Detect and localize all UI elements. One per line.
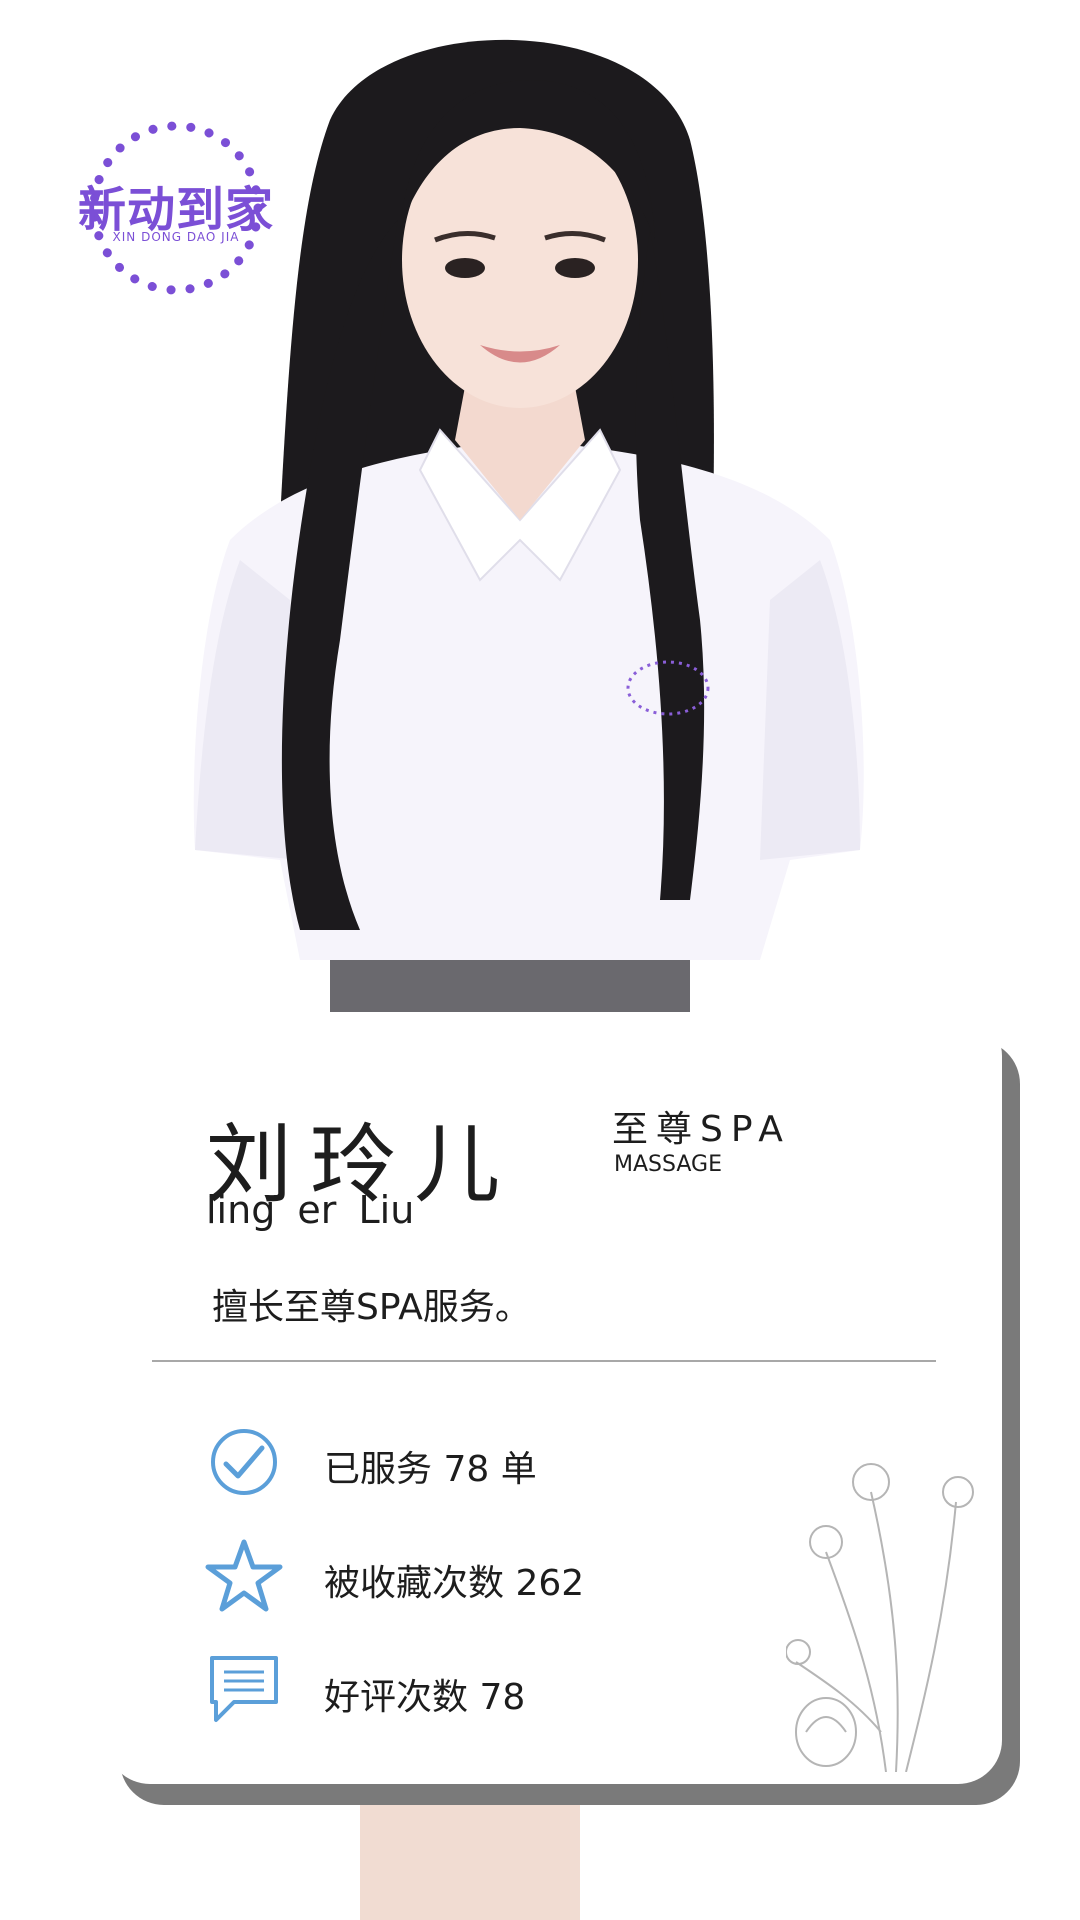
service-title: 至尊SPA bbox=[612, 1109, 791, 1150]
divider bbox=[152, 1360, 936, 1362]
comment-icon bbox=[204, 1648, 284, 1728]
profile-card: 刘玲儿 ling er Liu 至尊SPA MASSAGE 擅长至尊SPA服务。… bbox=[106, 1012, 1002, 1784]
favorited-count: 被收藏次数 262 bbox=[324, 1563, 585, 1604]
service-subtitle: MASSAGE bbox=[614, 1152, 722, 1177]
therapist-bio: 擅长至尊SPA服务。 bbox=[212, 1287, 531, 1328]
good-review-count: 好评次数 78 bbox=[324, 1677, 526, 1718]
star-icon bbox=[204, 1536, 284, 1616]
therapist-pinyin: ling er Liu bbox=[206, 1188, 415, 1232]
logo-pinyin: XIN DONG DAO JIA bbox=[112, 230, 240, 244]
brand-logo: 新动到家 XIN DONG DAO JIA bbox=[66, 118, 286, 298]
flower-decoration-icon bbox=[786, 1463, 974, 1772]
check-circle-icon bbox=[204, 1422, 284, 1502]
served-count: 已服务 78 单 bbox=[324, 1449, 537, 1490]
